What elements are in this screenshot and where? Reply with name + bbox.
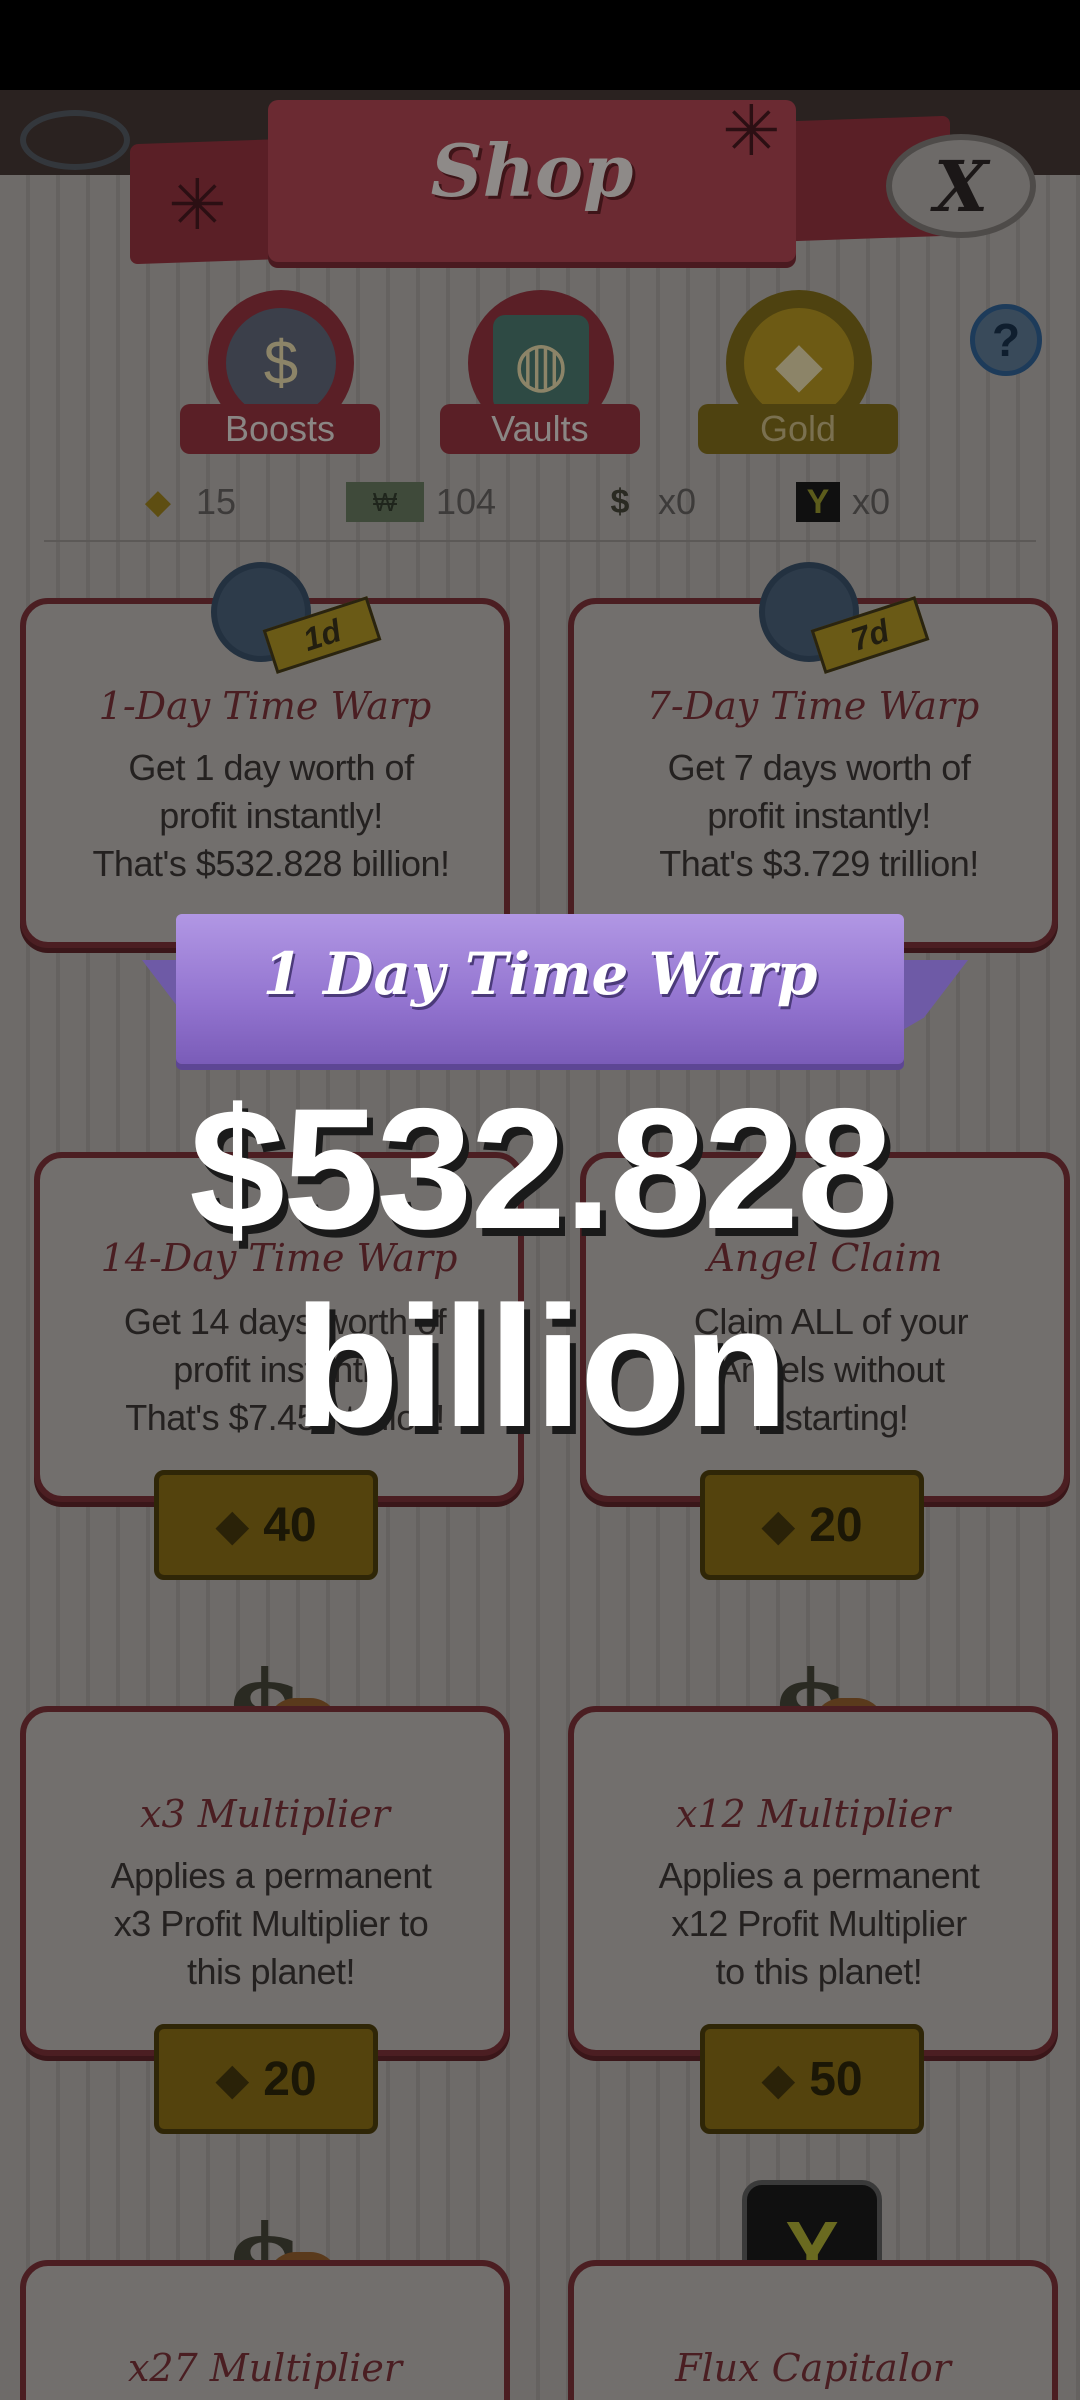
card-flux-capitalor[interactable]: Flux Capitalor — [568, 2260, 1058, 2400]
gold-icon: ◆ — [761, 2054, 796, 2104]
flux-count: x0 — [852, 481, 891, 522]
gold-icon: ◆ — [215, 1500, 250, 1550]
card-x12-multiplier[interactable]: x12 Multiplier Applies a permanent x12 Pr… — [568, 1706, 1058, 2056]
buy-angel-claim-button[interactable]: ◆ 20 — [700, 1470, 924, 1580]
buy-x12-multiplier-button[interactable]: ◆ 50 — [700, 2024, 924, 2134]
help-icon: ? — [991, 314, 1021, 366]
currency-flux: Y x0 — [796, 478, 890, 526]
card-title: 1-Day Time Warp — [98, 684, 432, 728]
time-warp-clock-icon: 7d — [734, 552, 930, 674]
flux-icon: Y — [796, 482, 840, 522]
currency-multiplier: $ x0 — [594, 478, 697, 526]
price-value: 50 — [809, 2052, 863, 2106]
buy-14-day-time-warp-button[interactable]: ◆ 40 — [154, 1470, 378, 1580]
page-title: Shop — [430, 128, 634, 213]
close-button[interactable]: X — [886, 134, 1036, 238]
tab-gold-label: Gold — [698, 404, 898, 454]
reward-amount: $532.828 billion — [189, 1073, 892, 1463]
planet-deco — [20, 110, 130, 170]
currency-megabucks: ₩ 104 — [346, 478, 496, 526]
card-title: x12 Multiplier — [675, 1792, 951, 1836]
status-bar — [0, 0, 1080, 90]
card-title: 7-Day Time Warp — [646, 684, 980, 728]
card-description: Applies a permanent x3 Profit Multiplier … — [110, 1855, 432, 1992]
gold-icon: ◆ — [144, 483, 172, 521]
vault-icon: ◍ — [493, 315, 589, 411]
tab-vaults-label: Vaults — [440, 404, 640, 454]
price-value: 20 — [263, 2052, 317, 2106]
tab-vaults[interactable]: ◍ Vaults — [440, 290, 640, 460]
time-warp-clock-icon: 1d — [186, 552, 382, 674]
price-value: 40 — [263, 1498, 317, 1552]
card-title: x27 Multiplier — [127, 2346, 403, 2390]
card-title: x3 Multiplier — [140, 1792, 390, 1836]
boosts-icon: $ — [226, 308, 336, 418]
gold-count: 15 — [196, 481, 237, 522]
help-button[interactable]: ? — [970, 304, 1042, 376]
card-description: Get 7 days worth of profit instantly! That… — [659, 747, 979, 884]
tab-boosts-label: Boosts — [180, 404, 380, 454]
starburst-deco-icon: ✳ — [168, 166, 227, 244]
multiplier-count: x0 — [658, 481, 697, 522]
buy-x3-multiplier-button[interactable]: ◆ 20 — [154, 2024, 378, 2134]
gold-icon: ◆ — [761, 1500, 796, 1550]
card-x3-multiplier[interactable]: x3 Multiplier Applies a permanent x3 Prof… — [20, 1706, 510, 2056]
reward-title: 1 Day Time Warp — [262, 940, 818, 1008]
megabucks-count: 104 — [436, 481, 497, 522]
card-description: Applies a permanent x12 Profit Multiplier… — [658, 1855, 980, 1992]
card-title: Flux Capitalor — [675, 2346, 951, 2390]
price-value: 20 — [809, 1498, 863, 1552]
tab-gold[interactable]: ◆ Gold — [698, 290, 898, 460]
divider — [44, 540, 1036, 542]
gold-icon: ◆ — [215, 2054, 250, 2104]
tab-boosts[interactable]: $ Boosts — [180, 290, 380, 460]
card-description: Get 1 day worth of profit instantly! That'… — [92, 747, 450, 884]
gold-bars-icon: ◆ — [744, 308, 854, 418]
multiplier-icon: $ — [610, 482, 630, 521]
megabucks-icon: ₩ — [346, 482, 424, 522]
card-x27-multiplier[interactable]: x27 Multiplier — [20, 2260, 510, 2400]
close-icon: X — [933, 144, 989, 228]
currency-gold: ◆ 15 — [132, 478, 236, 526]
